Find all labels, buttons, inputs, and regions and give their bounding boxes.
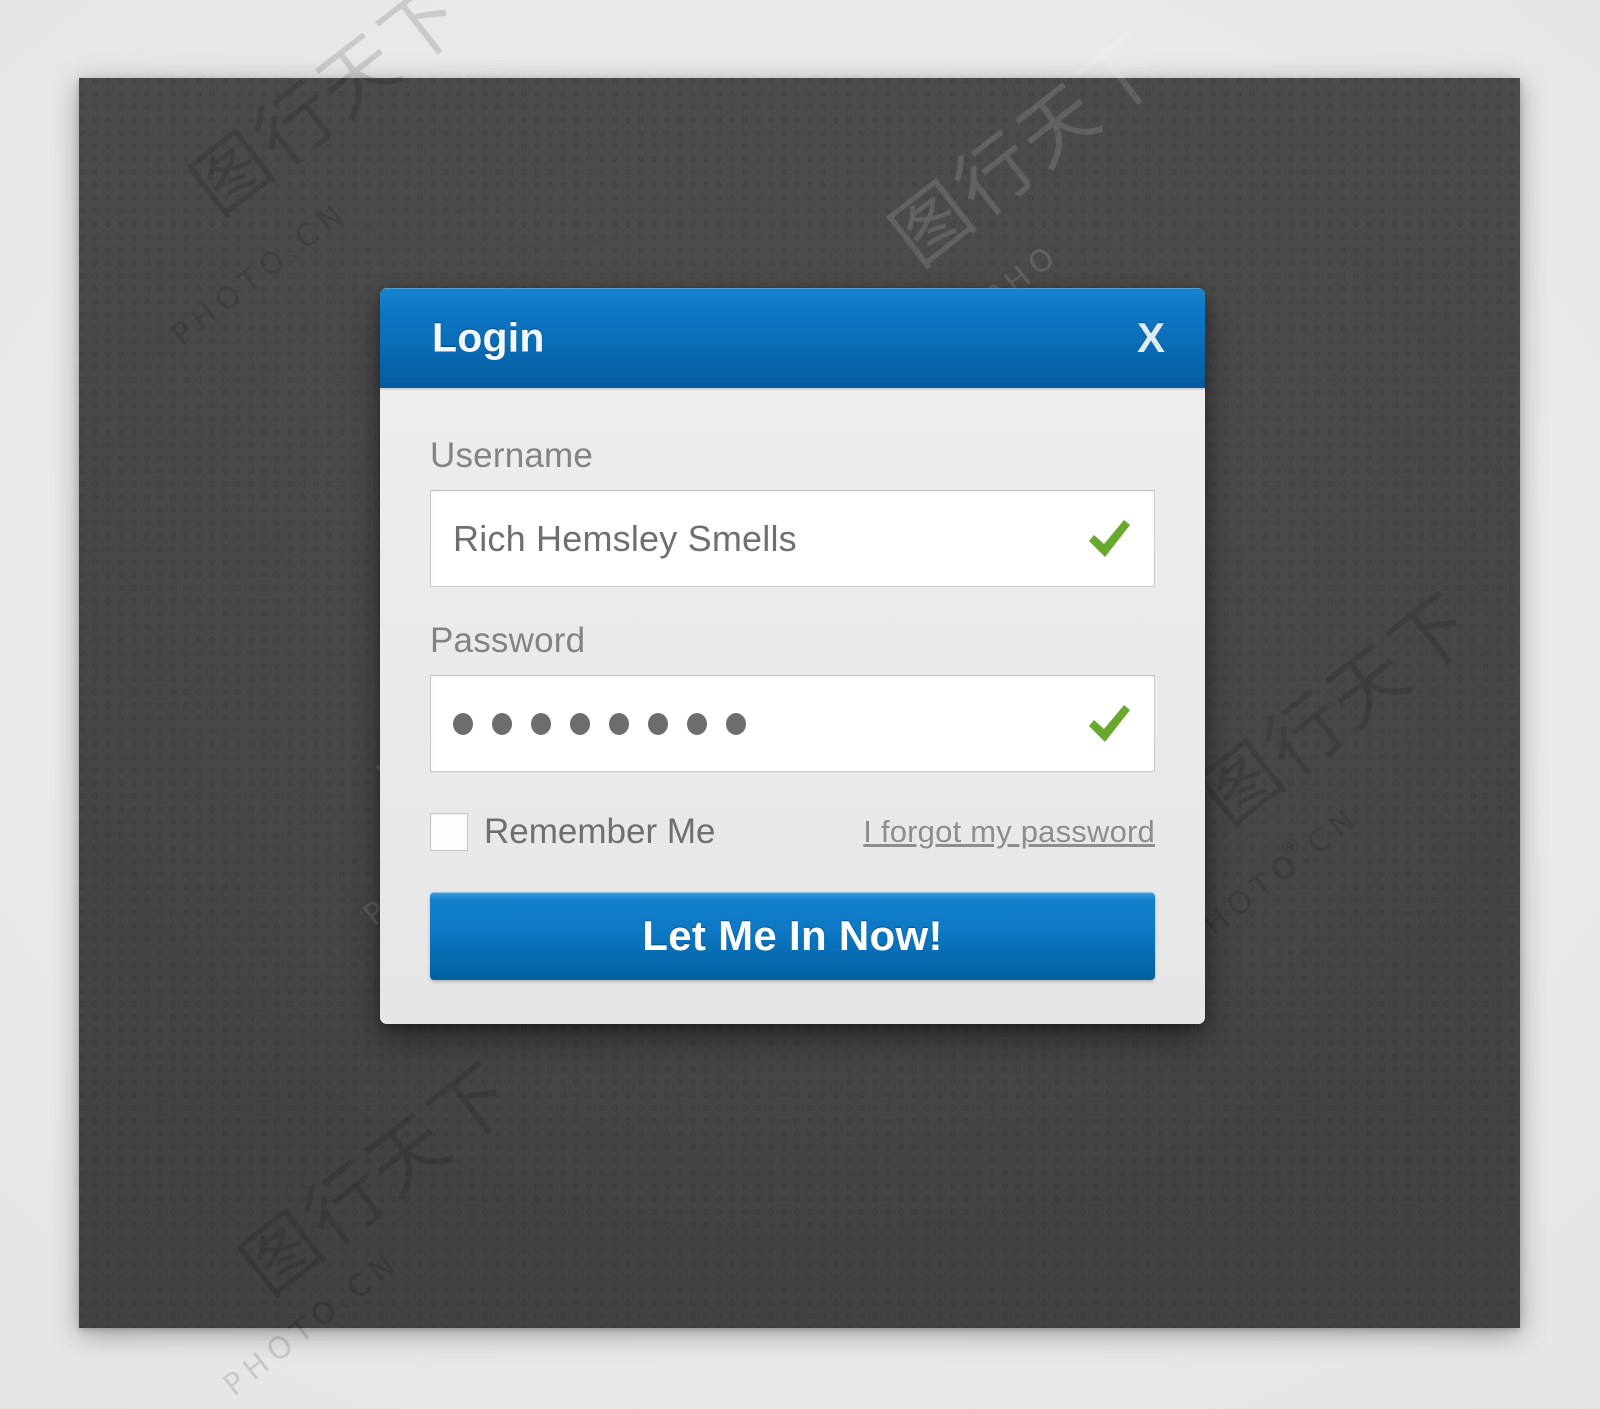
green-check-icon <box>1074 703 1144 745</box>
username-value[interactable]: Rich Hemsley Smells <box>431 518 1074 560</box>
submit-button[interactable]: Let Me In Now! <box>430 892 1155 980</box>
options-row: Remember Me I forgot my password <box>430 812 1155 852</box>
watermark-latin-top-left: PHOTO.CN <box>165 193 356 354</box>
password-dot <box>609 712 629 735</box>
forgot-password-link[interactable]: I forgot my password <box>863 814 1155 850</box>
page-canvas: 图行天下 PHOTO.CN 图行天下 PHOTOPHO 图行天下 PHOTOPH… <box>0 0 1600 1409</box>
password-dot <box>687 712 707 735</box>
watermark-registered-mark: ® <box>1279 836 1301 861</box>
remember-me-checkbox[interactable]: Remember Me <box>430 812 715 852</box>
watermark-cjk-top-right: 图行天下 <box>874 15 1182 283</box>
password-dot <box>648 712 668 735</box>
watermark-cjk-bottom-left: 图行天下 <box>224 1045 532 1313</box>
username-label: Username <box>430 436 594 475</box>
watermark-cjk-right: 图行天下 <box>1184 575 1492 843</box>
username-input[interactable]: Rich Hemsley Smells <box>430 490 1155 587</box>
password-dot <box>570 712 590 735</box>
checkbox-box[interactable] <box>430 813 468 851</box>
password-masked-value[interactable] <box>431 712 1074 735</box>
watermark-latin-right: PHOTO.CN <box>1177 798 1368 959</box>
password-dot <box>726 712 746 735</box>
password-label: Password <box>430 621 586 660</box>
green-check-icon <box>1074 518 1144 560</box>
watermark-cjk-top-left: 图行天下 <box>174 0 482 233</box>
field-spacer <box>430 587 1155 621</box>
password-dot <box>492 712 512 735</box>
remember-me-label[interactable]: Remember Me <box>484 812 715 852</box>
watermark-latin-bottom-left: PHOTO.CN <box>217 1243 408 1404</box>
dialog-body: Username Rich Hemsley Smells Password Re… <box>380 390 1205 1024</box>
login-dialog: Login X Username Rich Hemsley Smells Pas… <box>380 288 1205 1024</box>
password-input[interactable] <box>430 675 1155 772</box>
close-icon[interactable]: X <box>1137 317 1165 359</box>
password-dot <box>453 712 473 735</box>
page-title: Login <box>432 314 545 361</box>
password-dot <box>531 712 551 735</box>
dialog-title-bar: Login X <box>380 288 1205 390</box>
